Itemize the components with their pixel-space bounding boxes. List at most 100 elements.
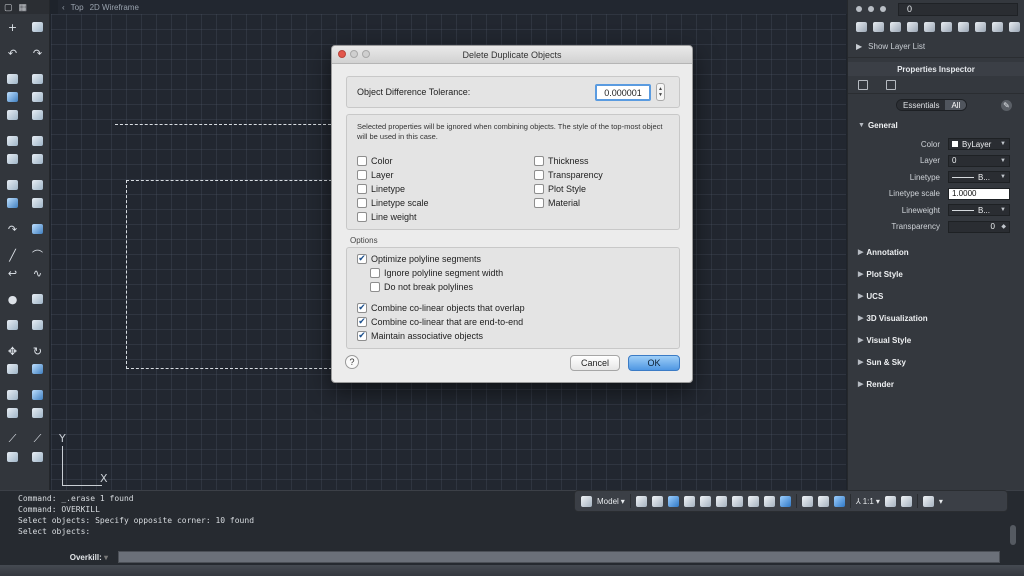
checkbox-optimize-polyline[interactable]: ✔ Optimize polyline segments <box>357 254 481 264</box>
line-tool-icon[interactable]: ╱ <box>6 249 19 262</box>
break-tool-icon[interactable]: ⟋ <box>31 432 44 445</box>
toolbar-tab-icon[interactable]: ▢ <box>4 2 13 13</box>
checkbox-combine-overlap[interactable]: ✔ Combine co-linear objects that overlap <box>357 303 525 313</box>
transparency-field[interactable]: 0 ◆ <box>948 220 1010 233</box>
offset-edge-icon[interactable]: ↷ <box>6 223 19 236</box>
cone-tool-icon[interactable] <box>31 91 44 103</box>
show-layer-list-toggle[interactable]: ▶ Show Layer List <box>848 36 1024 58</box>
layer-off-tool-icon[interactable] <box>958 22 969 32</box>
checkbox-material[interactable]: Material <box>534 198 580 208</box>
minimize-button[interactable] <box>350 50 358 58</box>
mirror-tool-icon[interactable] <box>31 363 44 375</box>
checkbox[interactable]: ✔ <box>357 331 367 341</box>
essentials-tab[interactable]: Essentials <box>897 100 946 110</box>
dashed-line-object[interactable] <box>115 124 331 125</box>
current-layer-dropdown[interactable]: 0 <box>898 2 1018 16</box>
polyline-tool-icon[interactable]: ↩ <box>6 267 19 280</box>
layer-freeze-tool-icon[interactable] <box>941 22 952 32</box>
toolbar-grid-icon[interactable]: ▦ <box>19 2 28 13</box>
extend-tool-icon[interactable]: ⟋ <box>6 432 19 445</box>
linetype-scale-field[interactable]: 1.0000 <box>948 187 1010 200</box>
checkbox[interactable]: ✔ <box>357 303 367 313</box>
stretch-tool-icon[interactable] <box>6 407 19 419</box>
wrench-icon[interactable]: ✎ <box>1001 99 1012 111</box>
revolve-tool-icon[interactable] <box>31 135 44 147</box>
layer-isolate-icon[interactable] <box>907 22 918 32</box>
layer-merge-icon[interactable] <box>1009 22 1020 32</box>
annotation-visibility-icon[interactable] <box>884 495 896 507</box>
checkbox[interactable] <box>357 156 367 166</box>
checkbox[interactable] <box>357 198 367 208</box>
erase-tool-icon[interactable] <box>31 319 44 331</box>
rotate-tool-icon[interactable]: ↻ <box>31 345 44 358</box>
checkbox[interactable] <box>370 282 380 292</box>
pyramid-tool-icon[interactable] <box>31 109 44 121</box>
command-input[interactable] <box>118 551 1000 563</box>
sweep-tool-icon[interactable] <box>6 153 19 165</box>
layer-lock-tool-icon[interactable] <box>975 22 986 32</box>
section-3d-visualization[interactable]: ▶ 3D Visualization <box>848 307 1024 329</box>
color-dropdown[interactable]: ByLayer ▼ <box>948 138 1010 151</box>
checkbox-color[interactable]: Color <box>357 156 393 166</box>
annotation-scale[interactable]: ⅄ 1:1 ▾ <box>856 497 880 506</box>
box-tool-icon[interactable] <box>6 73 19 85</box>
layer-unisolate-icon[interactable] <box>924 22 935 32</box>
checkbox-linetype[interactable]: Linetype <box>357 184 405 194</box>
layer-properties-icon[interactable] <box>856 22 867 32</box>
checkbox[interactable] <box>357 184 367 194</box>
checkbox[interactable] <box>357 170 367 180</box>
checkbox-combine-end-to-end[interactable]: ✔ Combine co-linear that are end-to-end <box>357 317 523 327</box>
checkbox[interactable]: ✔ <box>357 254 367 264</box>
view-control[interactable]: Top <box>71 3 84 12</box>
all-tab[interactable]: All <box>945 100 967 110</box>
checkbox-layer[interactable]: Layer <box>357 170 394 180</box>
checkbox[interactable] <box>357 212 367 222</box>
explode-tool-icon[interactable] <box>31 451 44 463</box>
ok-button[interactable]: OK <box>628 355 680 371</box>
intersect-tool-icon[interactable] <box>6 197 19 209</box>
cylinder-tool-icon[interactable] <box>31 73 44 85</box>
section-ucs[interactable]: ▶ UCS <box>848 285 1024 307</box>
layer-on-icon[interactable] <box>856 6 862 12</box>
checkbox[interactable] <box>534 170 544 180</box>
viewport-back-icon[interactable]: ‹ <box>62 3 65 12</box>
checkbox[interactable] <box>534 156 544 166</box>
layer-lock-icon[interactable] <box>880 6 886 12</box>
section-sun-sky[interactable]: ▶ Sun & Sky <box>848 351 1024 373</box>
checkbox-linetype-scale[interactable]: Linetype scale <box>357 198 429 208</box>
dynamic-input-icon[interactable] <box>763 495 775 507</box>
trim-tool-icon[interactable] <box>31 407 44 419</box>
array-tool-icon[interactable] <box>31 389 44 401</box>
spline-tool-icon[interactable]: ∿ <box>31 267 44 280</box>
section-render[interactable]: ▶ Render <box>848 373 1024 395</box>
grid-display-icon[interactable] <box>581 495 592 507</box>
snap-icon[interactable] <box>635 495 647 507</box>
fillet-edge-tool-icon[interactable] <box>31 197 44 209</box>
rectangle-tool-icon[interactable] <box>31 293 44 305</box>
linetype-dropdown[interactable]: B... ▼ <box>948 171 1010 184</box>
checkbox[interactable] <box>534 198 544 208</box>
layers-tab-icon[interactable] <box>886 79 896 90</box>
polar-icon[interactable] <box>699 495 711 507</box>
subtract-tool-icon[interactable] <box>31 179 44 191</box>
zoom-button[interactable] <box>362 50 370 58</box>
slice-tool-icon[interactable] <box>31 223 44 235</box>
stepper-down-icon[interactable]: ▼ <box>658 92 663 98</box>
checkbox-thickness[interactable]: Thickness <box>534 156 589 166</box>
checkbox-ignore-segment-width[interactable]: Ignore polyline segment width <box>370 268 503 278</box>
pan-hand-icon[interactable] <box>801 495 813 507</box>
lineweight-icon[interactable] <box>779 495 791 507</box>
layer-dropdown[interactable]: 0 ▼ <box>948 154 1010 167</box>
auto-scale-icon[interactable] <box>900 495 912 507</box>
arc-tool-icon[interactable]: ⌒ <box>31 249 44 262</box>
extrude-tool-icon[interactable] <box>6 135 19 147</box>
properties-tab-icon[interactable] <box>858 79 868 90</box>
lineweight-dropdown[interactable]: B... ▼ <box>948 204 1010 217</box>
ortho-icon[interactable] <box>683 495 695 507</box>
move-tool-icon[interactable]: ✥ <box>6 345 19 358</box>
checkbox-plot-style[interactable]: Plot Style <box>534 184 586 194</box>
orbit-icon[interactable] <box>833 495 845 507</box>
grid-icon[interactable] <box>651 495 663 507</box>
join-tool-icon[interactable] <box>6 451 19 463</box>
copy-tool-icon[interactable] <box>6 363 19 375</box>
